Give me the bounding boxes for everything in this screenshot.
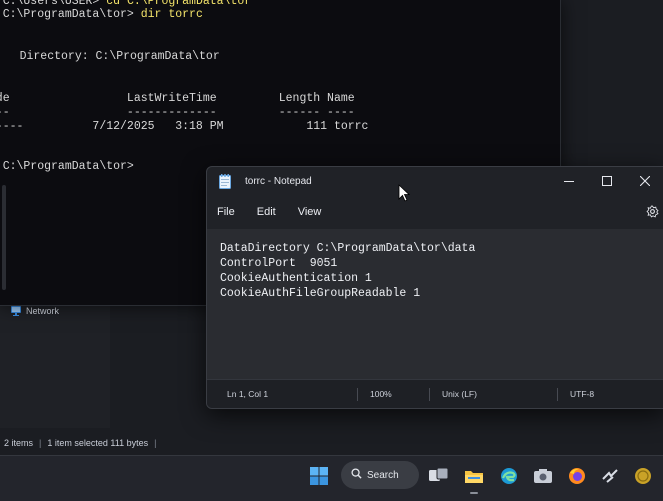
status-divider <box>429 388 430 401</box>
terminal-directory-line: Directory: C:\ProgramData\tor <box>0 50 220 63</box>
notepad-statusbar: Ln 1, Col 1 100% Unix (LF) UTF-8 <box>207 379 663 408</box>
terminal-table-header: Mode LastWriteTime Length Name <box>0 92 355 105</box>
search-label: Search <box>367 469 399 481</box>
status-divider <box>557 388 558 401</box>
terminal-prompt-current: PS C:\ProgramData\tor> <box>2 160 134 173</box>
coin-icon[interactable] <box>630 463 656 489</box>
tor-onion-icon[interactable] <box>597 463 623 489</box>
status-zoom[interactable]: 100% <box>370 380 392 408</box>
menu-file[interactable]: File <box>207 206 246 218</box>
notepad-titlebar[interactable]: torrc - Notepad <box>207 167 663 195</box>
notepad-app-icon <box>219 173 231 189</box>
status-separator: | <box>154 438 157 448</box>
terminal-prompt: PS C:\Users\USER> <box>2 0 100 8</box>
text-line: ControlPort 9051 <box>220 257 338 270</box>
camera-icon[interactable] <box>530 463 556 489</box>
status-separator: | <box>39 438 42 448</box>
maximize-icon <box>602 176 612 186</box>
text-line: CookieAuthentication 1 <box>220 272 372 285</box>
terminal-command: dir torrc <box>140 8 203 21</box>
notepad-text-area[interactable]: DataDirectory C:\ProgramData\tor\data Co… <box>207 229 663 379</box>
menu-view[interactable]: View <box>287 206 333 218</box>
taskbar-search-box[interactable]: Search <box>341 461 419 489</box>
status-item-count: 2 items <box>4 438 34 448</box>
terminal-table-row: -a---- 7/12/2025 3:18 PM 111 torrc <box>0 120 369 133</box>
minimize-button[interactable] <box>550 167 588 195</box>
network-icon <box>10 305 22 317</box>
notepad-window[interactable]: torrc - Notepad File Edit View DataDirec… <box>206 166 663 409</box>
status-encoding[interactable]: UTF-8 <box>570 380 594 408</box>
running-indicator <box>470 492 478 494</box>
explorer-navigation-pane <box>0 298 110 428</box>
maximize-button[interactable] <box>588 167 626 195</box>
settings-gear-icon[interactable] <box>644 203 660 219</box>
terminal-scrollbar[interactable] <box>2 185 6 290</box>
terminal-line: PS C:\ProgramData\tor> dir torrc <box>0 8 203 22</box>
nav-item-network[interactable]: Network <box>10 305 59 317</box>
nav-item-network-label: Network <box>26 306 60 316</box>
terminal-prompt: PS C:\ProgramData\tor> <box>2 8 134 21</box>
file-explorer-icon[interactable] <box>461 463 487 489</box>
window-controls <box>550 167 663 195</box>
notepad-menubar: File Edit View <box>207 197 663 227</box>
mouse-pointer-icon <box>398 184 411 207</box>
firefox-icon[interactable] <box>564 463 590 489</box>
status-divider <box>357 388 358 401</box>
edge-icon[interactable] <box>496 463 522 489</box>
close-icon <box>640 176 650 186</box>
windows-start-icon[interactable] <box>306 463 332 489</box>
status-line-ending[interactable]: Unix (LF) <box>442 380 477 408</box>
taskbar: Search <box>0 455 663 501</box>
terminal-table-dashes: ---- ------------- ------ ---- <box>0 106 355 119</box>
text-line: CookieAuthFileGroupReadable 1 <box>220 287 421 300</box>
terminal-command: cd C:\ProgramData\tor <box>106 0 252 8</box>
status-selection: 1 item selected 111 bytes <box>47 438 149 448</box>
window-title: torrc - Notepad <box>245 175 312 187</box>
minimize-icon <box>564 181 574 182</box>
explorer-statusbar: 2 items | 1 item selected 111 bytes | <box>0 435 663 451</box>
task-view-icon[interactable] <box>426 463 452 489</box>
search-icon <box>351 466 362 484</box>
text-line: DataDirectory C:\ProgramData\tor\data <box>220 242 476 255</box>
status-cursor-position: Ln 1, Col 1 <box>227 389 269 399</box>
menu-edit[interactable]: Edit <box>246 206 287 218</box>
close-button[interactable] <box>626 167 663 195</box>
